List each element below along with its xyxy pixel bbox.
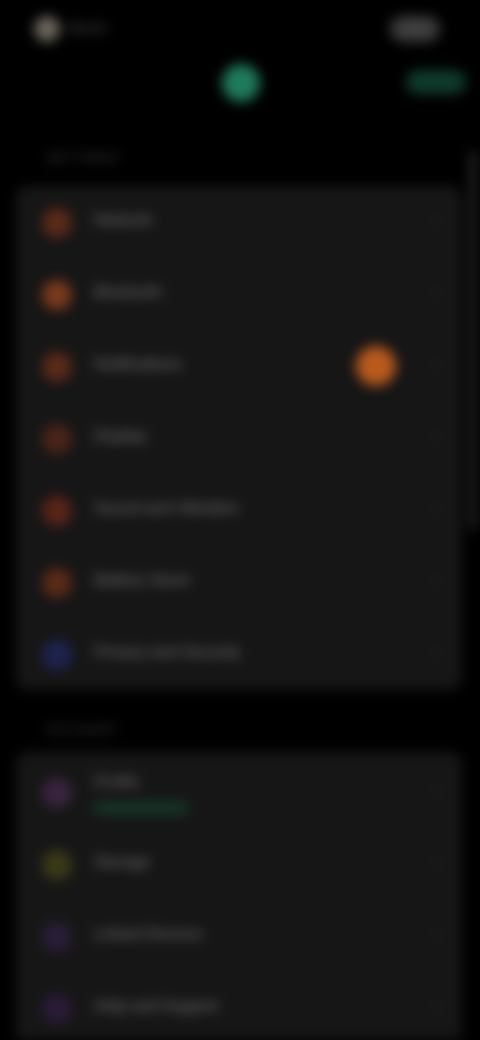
settings-item-label: Sound and Vibration [94,500,239,517]
settings-item-label: Display [94,428,147,445]
chevron-right-icon: › [434,852,440,872]
user-icon [42,778,72,808]
status-pill[interactable] [406,70,466,94]
chevron-right-icon: › [434,354,440,374]
storage-icon [42,850,72,880]
sound-icon [42,496,72,526]
devices-icon [42,922,72,952]
chevron-right-icon: › [434,570,440,590]
bluetooth-icon [42,280,72,310]
account-item-devices[interactable]: Linked Devices › [16,900,462,972]
chevron-right-icon: › [434,924,440,944]
page: Mesh Edit Settings Network › Bluetooth ›… [0,0,480,1040]
account-item-label: Storage [94,854,151,871]
chevron-right-icon: › [434,780,440,800]
settings-item-notifications[interactable]: Notifications › [16,330,462,402]
account-item-storage[interactable]: Storage › [16,828,462,900]
shield-icon [42,640,72,670]
settings-card: Network › Bluetooth › Notifications › Di… [16,186,462,690]
settings-item-label: Notifications [94,356,182,373]
help-icon [42,994,72,1024]
settings-item-label: Bluetooth [94,284,162,301]
account-item-label: Profile [94,774,140,791]
app-logo-icon [34,16,60,42]
section-title-account: Account [46,722,118,737]
notification-badge [356,346,396,386]
chevron-right-icon: › [434,282,440,302]
battery-icon [42,568,72,598]
top-bar: Mesh Edit [0,0,480,60]
account-item-label: Linked Devices [94,926,203,943]
settings-item-battery[interactable]: Battery Saver › [16,546,462,618]
network-icon [42,208,72,238]
bell-icon [42,352,72,382]
chevron-right-icon: › [434,996,440,1016]
settings-item-network[interactable]: Network › [16,186,462,258]
settings-item-bluetooth[interactable]: Bluetooth › [16,258,462,330]
app-name: Mesh [68,20,107,37]
account-card: Profile › Storage › Linked Devices › Hel… [16,752,462,1040]
settings-item-label: Network [94,212,153,229]
settings-item-label: Privacy and Security [94,644,240,661]
section-title-settings: Settings [46,150,120,165]
profile-status-bar [94,802,188,814]
status-dot-icon[interactable] [222,64,260,102]
scrollbar[interactable] [470,150,476,530]
settings-item-sound[interactable]: Sound and Vibration › [16,474,462,546]
chevron-right-icon: › [434,642,440,662]
settings-item-display[interactable]: Display › [16,402,462,474]
chevron-right-icon: › [434,210,440,230]
display-icon [42,424,72,454]
account-item-label: Help and Support [94,998,219,1015]
edit-button[interactable]: Edit [390,16,440,42]
settings-item-label: Battery Saver [94,572,191,589]
chevron-right-icon: › [434,498,440,518]
account-item-help[interactable]: Help and Support › [16,972,462,1040]
chevron-right-icon: › [434,426,440,446]
settings-item-privacy[interactable]: Privacy and Security › [16,618,462,690]
